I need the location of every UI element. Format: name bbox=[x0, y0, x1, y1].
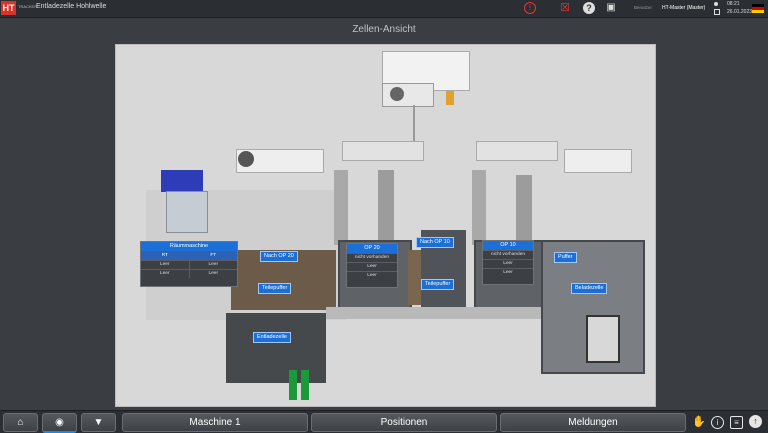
op20-title: OP 20 bbox=[347, 244, 397, 253]
camera-icon[interactable]: ▣ bbox=[604, 2, 618, 14]
raeummaschine-ft: FT bbox=[188, 252, 238, 260]
unit-c bbox=[476, 141, 558, 161]
label-nach-op10[interactable]: Nach OP 10 bbox=[416, 237, 454, 248]
op20-status: nicht vorhanden bbox=[347, 253, 397, 262]
tab-maschine-1[interactable]: Maschine 1 bbox=[122, 413, 308, 432]
unit-a-fan bbox=[238, 151, 254, 167]
raeummaschine-cell: Leer bbox=[188, 261, 238, 269]
column-1 bbox=[334, 170, 348, 245]
column-3 bbox=[472, 170, 486, 245]
raeummaschine-subheader: RT FT bbox=[141, 251, 237, 260]
alarm-icon[interactable]: ! bbox=[524, 2, 536, 14]
no-document-icon[interactable]: ☒ bbox=[559, 2, 571, 14]
help-icon[interactable]: ? bbox=[583, 2, 595, 14]
raeummaschine-rt: RT bbox=[161, 253, 168, 258]
raeummaschine-cell: Leer bbox=[159, 262, 170, 267]
upload-icon[interactable]: ↑ bbox=[749, 415, 762, 428]
cell-view: Räummaschine RT FT Leer Leer Leer Leer O… bbox=[115, 44, 656, 407]
app-title: Entladezelle Hohlwelle bbox=[36, 3, 107, 10]
column-4 bbox=[516, 175, 532, 240]
raeummaschine-row: Leer Leer bbox=[141, 269, 237, 278]
clock-icon bbox=[714, 2, 718, 6]
op10-status: nicht vorhanden bbox=[483, 250, 533, 259]
floor-dark-left bbox=[226, 313, 326, 383]
home-icon: ⌂ bbox=[17, 417, 24, 428]
calendar-icon bbox=[714, 9, 720, 15]
raeummaschine-row: Leer Leer bbox=[141, 260, 237, 269]
tab-meldungen[interactable]: Meldungen bbox=[500, 413, 686, 432]
blue-machine bbox=[161, 170, 203, 192]
info-icon[interactable]: i bbox=[711, 416, 724, 429]
time-display: 08:21 bbox=[727, 1, 740, 7]
label-entladezelle[interactable]: Entladezelle bbox=[253, 332, 291, 343]
op20-card[interactable]: OP 20 nicht vorhanden Leer Leer bbox=[346, 243, 398, 288]
home-button[interactable]: ⌂ bbox=[3, 413, 38, 432]
green-cart-1 bbox=[289, 370, 297, 400]
logo-subtitle: TRACKER bbox=[18, 4, 38, 9]
bottom-bar: ⌂ ◉ ▼ Maschine 1 Positionen Meldungen ✋ … bbox=[0, 410, 768, 433]
green-cart-2 bbox=[301, 370, 309, 400]
raeummaschine-cell: Leer bbox=[188, 270, 238, 278]
label-teilepuffer-mid[interactable]: Teilepuffer bbox=[421, 279, 455, 290]
view-button[interactable]: ◉ bbox=[42, 413, 77, 433]
op20-row: Leer bbox=[347, 271, 397, 280]
label-beladezelle[interactable]: Beladezelle bbox=[571, 283, 608, 294]
cell-beladezelle-inner bbox=[586, 315, 620, 363]
eye-icon: ◉ bbox=[55, 417, 64, 428]
lower-strip bbox=[326, 307, 541, 319]
op10-row: Leer bbox=[483, 259, 533, 268]
op10-row: Leer bbox=[483, 268, 533, 277]
label-puffer[interactable]: Puffer bbox=[554, 252, 577, 263]
location-button[interactable]: ▼ bbox=[81, 413, 116, 432]
germany-flag-icon[interactable] bbox=[752, 4, 764, 13]
label-nach-op20[interactable]: Nach OP 20 bbox=[260, 251, 298, 262]
date-display: 26.01.2023 bbox=[727, 9, 753, 15]
location-pin-icon: ▼ bbox=[93, 417, 104, 428]
raeummaschine-card[interactable]: Räummaschine RT FT Leer Leer Leer Leer bbox=[140, 241, 238, 287]
company-logo: HT bbox=[1, 1, 16, 15]
view-title: Zellen-Ansicht bbox=[352, 24, 416, 35]
notes-icon[interactable]: ≡ bbox=[730, 416, 743, 429]
yellow-tank bbox=[446, 91, 454, 105]
raeummaschine-cell: Leer bbox=[159, 271, 170, 276]
raeummaschine-title: Räummaschine bbox=[141, 242, 237, 251]
hand-icon[interactable]: ✋ bbox=[692, 415, 706, 429]
unit-d bbox=[564, 149, 632, 173]
label-teilepuffer-left[interactable]: Teilepuffer bbox=[258, 283, 292, 294]
op10-title: OP 10 bbox=[483, 241, 533, 250]
top-bar: HT TRACKER Entladezelle Hohlwelle ! ☒ ? … bbox=[0, 0, 768, 18]
op10-card[interactable]: OP 10 nicht vorhanden Leer Leer bbox=[482, 240, 534, 285]
fan-icon bbox=[390, 87, 404, 101]
user-name[interactable]: HT-Master (Master) bbox=[662, 5, 705, 11]
column-2 bbox=[378, 170, 394, 240]
tab-positionen[interactable]: Positionen bbox=[311, 413, 497, 432]
blue-machine-frame bbox=[166, 191, 208, 233]
user-label: Benutzer bbox=[634, 5, 653, 10]
unit-b bbox=[342, 141, 424, 161]
op20-row: Leer bbox=[347, 262, 397, 271]
